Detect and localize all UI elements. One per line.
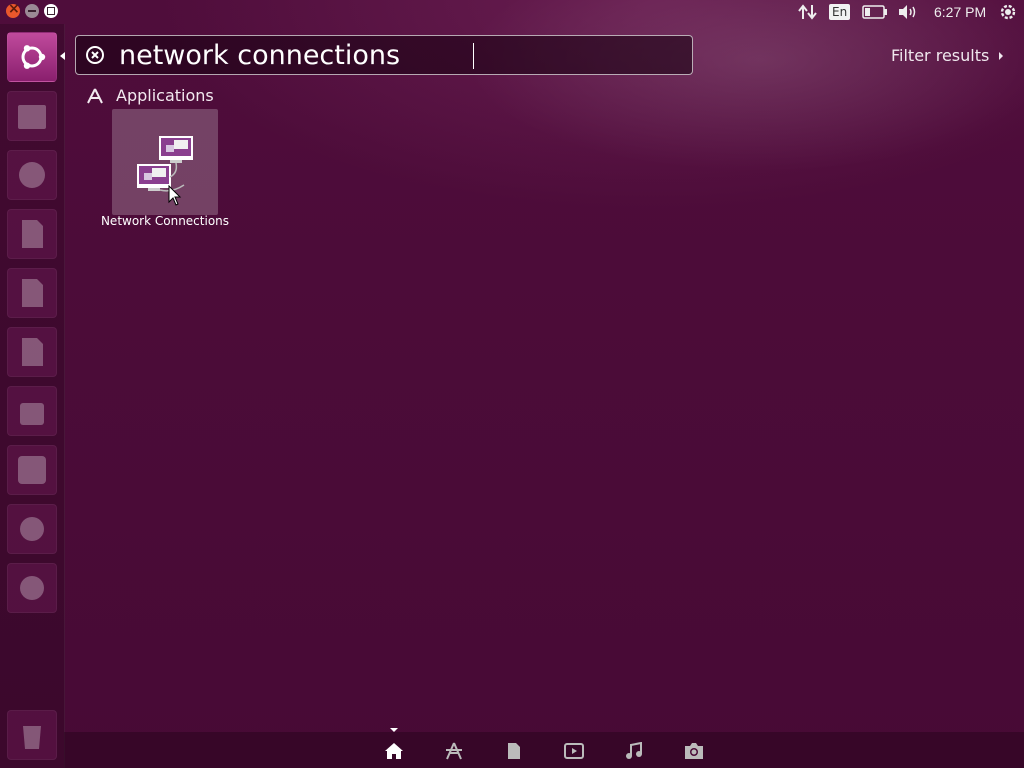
applications-lens-icon (446, 742, 462, 760)
filter-results-button[interactable]: Filter results (891, 46, 1004, 65)
ubuntu-logo-icon (21, 45, 46, 69)
trash-icon (23, 726, 41, 749)
launcher-impress[interactable] (7, 327, 57, 377)
launcher-writer[interactable] (7, 209, 57, 259)
music-icon (626, 742, 642, 759)
video-icon (564, 743, 584, 759)
photo-icon (685, 743, 703, 759)
update-icon (20, 576, 44, 600)
search-box[interactable] (75, 35, 693, 75)
document-icon (22, 220, 43, 248)
top-panel: En 6:27 PM (0, 0, 1024, 24)
chevron-right-icon (999, 51, 1004, 60)
launcher (0, 24, 65, 768)
power-gear-icon (1000, 4, 1016, 20)
spreadsheet-icon (22, 279, 43, 307)
lens-applications[interactable] (443, 740, 465, 762)
lens-music[interactable] (623, 740, 645, 762)
active-lens-indicator (390, 728, 398, 732)
category-title: Applications (116, 86, 214, 105)
launcher-calc[interactable] (7, 268, 57, 318)
file-cabinet-icon (18, 105, 46, 129)
sound-indicator[interactable] (897, 0, 919, 24)
launcher-software-center[interactable] (7, 386, 57, 436)
network-connections-icon (137, 136, 193, 192)
search-input[interactable] (119, 39, 659, 71)
lens-bar (64, 732, 1024, 768)
lens-files[interactable] (503, 740, 525, 762)
launcher-dash-home[interactable] (7, 32, 57, 82)
window-close-button[interactable] (6, 1, 20, 18)
clear-search-icon[interactable] (85, 45, 105, 65)
mouse-pointer-icon (168, 185, 182, 206)
result-label: Network Connections (100, 214, 230, 228)
lens-video[interactable] (563, 740, 585, 762)
firefox-icon (19, 162, 45, 188)
files-icon (508, 743, 520, 759)
battery-indicator[interactable] (862, 0, 888, 24)
launcher-firefox[interactable] (7, 150, 57, 200)
network-indicator[interactable] (798, 0, 818, 24)
session-indicator[interactable] (998, 0, 1018, 24)
clock[interactable]: 6:27 PM (934, 0, 986, 24)
applications-icon (87, 88, 103, 103)
battery-icon (862, 5, 887, 19)
keyboard-indicator[interactable]: En (829, 0, 851, 24)
launcher-software-updater[interactable] (7, 563, 57, 613)
launcher-amazon[interactable] (7, 445, 57, 495)
launcher-files[interactable] (7, 91, 57, 141)
filter-results-label: Filter results (891, 46, 990, 65)
language-badge: En (829, 4, 851, 20)
launcher-active-arrow (60, 52, 65, 60)
clock-label: 6:27 PM (934, 4, 987, 20)
result-network-connections[interactable] (112, 109, 218, 215)
window-maximize-button[interactable] (44, 4, 58, 18)
lens-photos[interactable] (683, 740, 705, 762)
text-caret (473, 43, 474, 69)
shopping-bag-icon (20, 403, 44, 425)
launcher-trash[interactable] (7, 710, 57, 760)
volume-icon (899, 5, 916, 19)
gear-wrench-icon (20, 517, 44, 541)
network-arrows-icon (798, 4, 817, 20)
amazon-icon (18, 456, 46, 484)
home-icon (385, 743, 403, 759)
presentation-icon (22, 338, 43, 366)
window-minimize-button[interactable] (25, 4, 39, 18)
category-header: Applications (86, 86, 214, 105)
lens-home[interactable] (383, 740, 405, 762)
launcher-system-settings[interactable] (7, 504, 57, 554)
